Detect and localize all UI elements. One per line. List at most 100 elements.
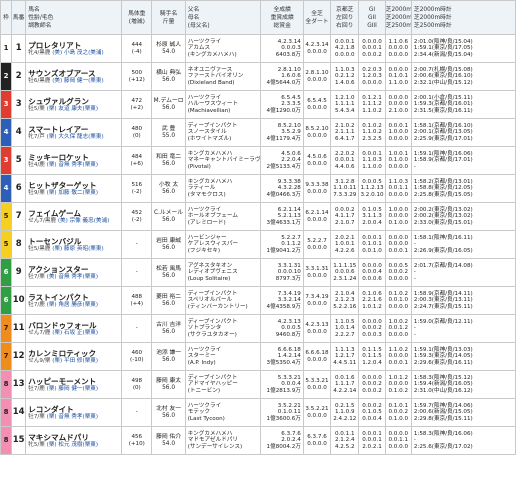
damsire-name: (Dixieland Band) — [187, 79, 235, 86]
weight-cell: 484 (+6) — [121, 146, 153, 175]
course-cell: 0.2.1.5 1.1.0.9 2.4.2.12 — [330, 398, 360, 427]
turf2000-record-b: 0.0.0.0 — [388, 101, 409, 108]
horse-name-link[interactable]: アクションスター — [28, 265, 120, 274]
waku-number: 6 — [3, 296, 9, 305]
pedigree-cell: ハーツクライ アカムス (キングカメハメハ) — [184, 34, 262, 63]
table-row[interactable]: 6 9 アクションスター 牡7/栗 (美) 音無 秀孝(栗東) - 松若 風馬 … — [0, 258, 516, 287]
trainer-name-link[interactable]: (美) 音無 秀孝(栗東) — [47, 274, 98, 280]
trainer-name-link[interactable]: (栗) 加藤 敬二(栗東) — [47, 190, 98, 196]
kinryo: 56.0 — [162, 244, 176, 251]
best-time-2500: - — [413, 275, 416, 282]
distance-cell: 1.0.1.2 0.0.0.0 0.1.0.2 — [384, 370, 412, 399]
horse-name-link[interactable]: サウンズオブアース — [28, 69, 120, 78]
trainer-name-link[interactable]: (美) 宗像 義忠(美浦) — [58, 218, 109, 224]
trainer-name-link[interactable]: (栗) 藤原 英昭(栗東) — [52, 246, 103, 252]
horse-name-link[interactable]: ハッピーモーメント — [28, 377, 120, 386]
horse-weight: - — [135, 325, 138, 332]
table-row[interactable]: 2 2 サウンズオブアース 牡6/黒鹿 (美) 藤岡 健一(栗東) 500 (+… — [0, 62, 516, 91]
trainer-name-link[interactable]: (栗) 角居 勝彦(栗東) — [47, 302, 98, 308]
jockey-name-link[interactable]: 藤岡 康太 — [153, 378, 184, 384]
table-row[interactable]: 7 12 カレンミロティック せん9/栗 (栗) 平田 修(栗東) 460 (-… — [0, 342, 516, 371]
jockey-name-link[interactable]: 池添 謙一 — [153, 350, 184, 356]
trainer-name-link[interactable]: (栗) 友道 康夫(栗東) — [47, 106, 98, 112]
pedigree-cell: ハーツクライ スターミー (A.P. Indy) — [184, 342, 262, 371]
table-row[interactable]: 8 14 レコンダイト 牡7/栗 (栗) 音無 秀孝(栗東) - 北村 友一 5… — [0, 398, 516, 427]
grade-cell: 0.0.0.0 0.0.0.2 0.0.0.2 — [358, 370, 386, 399]
horse-name-link[interactable]: レコンダイト — [28, 405, 120, 414]
table-row[interactable]: 7 11 バロンドゥフォール せん7/鹿 (栗) 石坂 正(栗東) - 古川 吉… — [0, 314, 516, 343]
trainer-name-link[interactable]: (栗) 藤岡 健一(栗東) — [47, 386, 98, 392]
horse-name-link[interactable]: ラストインパクト — [28, 293, 120, 302]
table-row[interactable]: 5 8 トーセンバジル 牡5/黒鹿 (栗) 藤原 英昭(栗東) - 岩田 康誠 … — [0, 230, 516, 259]
umaban-number: 11 — [12, 323, 25, 334]
jockey-cell: 杉原 誠人 54.0 — [151, 34, 186, 63]
jockey-name-link[interactable]: 菱田 裕二 — [153, 294, 184, 300]
overall-cell: 3.3.1.31 0.0.0.10 8797.3万 — [260, 258, 304, 287]
jockey-name-link[interactable]: 松若 風馬 — [153, 266, 184, 272]
header-jockey: 騎手名 斤量 — [151, 0, 186, 35]
table-row[interactable]: 3 5 ミッキーロケット 牡4/鹿 (栗) 音無 秀孝(栗東) 484 (+6)… — [0, 146, 516, 175]
table-row[interactable]: 4 6 ヒットザターゲット 牡9/栗 (栗) 加藤 敬二(栗東) 516 (-2… — [0, 174, 516, 203]
horse-name-link[interactable]: カレンミロティック — [28, 349, 120, 358]
header-jockey-line2: 斤量 — [162, 18, 175, 25]
table-row[interactable]: 5 7 フェイムゲーム せん7/黒鹿 (美) 宗像 義忠(美浦) 452 (-2… — [0, 202, 516, 231]
jockey-name-link[interactable]: 和田 竜二 — [153, 154, 184, 160]
header-course-line3: 右回り — [336, 22, 354, 29]
trainer-name-link[interactable]: (栗) 大久保 龍志(栗東) — [47, 134, 104, 140]
horse-name-link[interactable]: トーセンバジル — [28, 237, 120, 246]
table-row[interactable]: 3 3 シュヴァルグラン 牡5/栗 (栗) 友道 康夫(栗東) 472 (+2)… — [0, 90, 516, 119]
trainer-name-link[interactable]: (栗) 音無 秀孝(栗東) — [47, 162, 98, 168]
header-pedigree: 父名 母名 (母父名) — [184, 0, 262, 35]
pedigree-cell: ディープインパクト アドマイヤハッピー (トニービン) — [184, 370, 262, 399]
table-row[interactable]: 8 15 マキシマムドパリ 牝5/栗 (栗) 松元 茂樹(栗東) 456 (+1… — [0, 426, 516, 455]
g2-record: 1.1.2.13 — [360, 185, 384, 192]
horse-name-link[interactable]: プロレタリアト — [28, 41, 120, 50]
jockey-name-link[interactable]: C.ルメール — [153, 210, 184, 216]
g2-record: 1.1.0.3 — [362, 157, 382, 164]
horse-name-link[interactable]: シュヴァルグラン — [28, 97, 120, 106]
waku-cell: 7 — [0, 314, 13, 343]
horse-cell: ミッキーロケット 牡4/鹿 (栗) 音無 秀孝(栗東) — [25, 146, 123, 175]
total-prize: 9460.8万 — [275, 331, 301, 338]
course-cell: 0.0.1.1 2.1.2.4 4.2.5.2 — [330, 426, 360, 455]
jockey-name-link[interactable]: 横山 典弘 — [153, 70, 184, 76]
trainer-name-link[interactable]: (美) 小島 茂之(美浦) — [52, 50, 103, 56]
header-distance-line1: 芝2000m — [385, 6, 412, 13]
pedigree-cell: ハービンジャー ケアレスウィスパー (フジキセキ) — [184, 230, 262, 259]
horse-name-link[interactable]: フェイムゲーム — [28, 209, 120, 218]
header-waku: 枠 — [0, 0, 13, 35]
trainer-name-link[interactable]: (栗) 石坂 正(栗東) — [52, 330, 98, 336]
trainer-name-link[interactable]: (美) 藤岡 健一(栗東) — [52, 78, 103, 84]
g2-record: 0.0.0.2 — [362, 381, 382, 388]
course-cell: 2.1.0.4 2.1.2.3 5.2.2.16 — [330, 286, 360, 315]
right-turn-record: 6.4.1.7 — [334, 135, 355, 142]
table-row[interactable]: 6 10 ラストインパクト 牡7/鹿 (栗) 角居 勝彦(栗東) 488 (+4… — [0, 286, 516, 315]
horse-name-link[interactable]: バロンドゥフォール — [28, 321, 120, 330]
horse-name-link[interactable]: スマートレイアー — [28, 125, 120, 134]
table-body: 1 1 プロレタリアト 牝4/黒鹿 (美) 小島 茂之(美浦) 444 (-4)… — [0, 34, 516, 455]
jockey-name-link[interactable]: 古川 吉洋 — [153, 322, 184, 328]
jockey-name-link[interactable]: 北村 友一 — [153, 406, 184, 412]
horse-name-link[interactable]: ミッキーロケット — [28, 153, 120, 162]
horse-name-link[interactable]: ヒットザターゲット — [28, 181, 120, 190]
table-row[interactable]: 8 13 ハッピーモーメント 牡7/鹿 (栗) 藤岡 健一(栗東) 498 (0… — [0, 370, 516, 399]
jockey-name-link[interactable]: 杉原 誠人 — [153, 42, 184, 48]
umaban-number: 8 — [15, 239, 22, 250]
weight-cell: 500 (+12) — [121, 62, 153, 91]
jockey-name-link[interactable]: M.デムーロ — [153, 98, 184, 104]
kinryo: 55.0 — [162, 132, 176, 139]
table-row[interactable]: 4 4 スマートレイアー 牝7/芦 (栗) 大久保 龍志(栗東) 480 (0)… — [0, 118, 516, 147]
umaban-cell: 12 — [11, 342, 27, 371]
table-row[interactable]: 1 1 プロレタリアト 牝4/黒鹿 (美) 小島 茂之(美浦) 444 (-4)… — [0, 34, 516, 63]
jockey-cell: 武 豊 55.0 — [151, 118, 186, 147]
jockey-name-link[interactable]: 藤岡 佑介 — [153, 434, 184, 440]
trainer-name-link[interactable]: (栗) 平田 修(栗東) — [52, 358, 98, 364]
horse-name-link[interactable]: マキシマムドパリ — [28, 433, 120, 442]
turf2000-record-b: 0.0.0.0 — [388, 353, 409, 360]
trainer-name-link[interactable]: (栗) 音無 秀孝(栗東) — [47, 414, 98, 420]
jockey-name-link[interactable]: 岩田 康誠 — [153, 238, 184, 244]
trainer-name-link[interactable]: (栗) 松元 茂樹(栗東) — [47, 442, 98, 448]
kinryo: 56.0 — [162, 356, 176, 363]
g2-record: 0.1.0.1 — [362, 241, 382, 248]
turf-record: 4.2.3.14 — [305, 42, 329, 49]
